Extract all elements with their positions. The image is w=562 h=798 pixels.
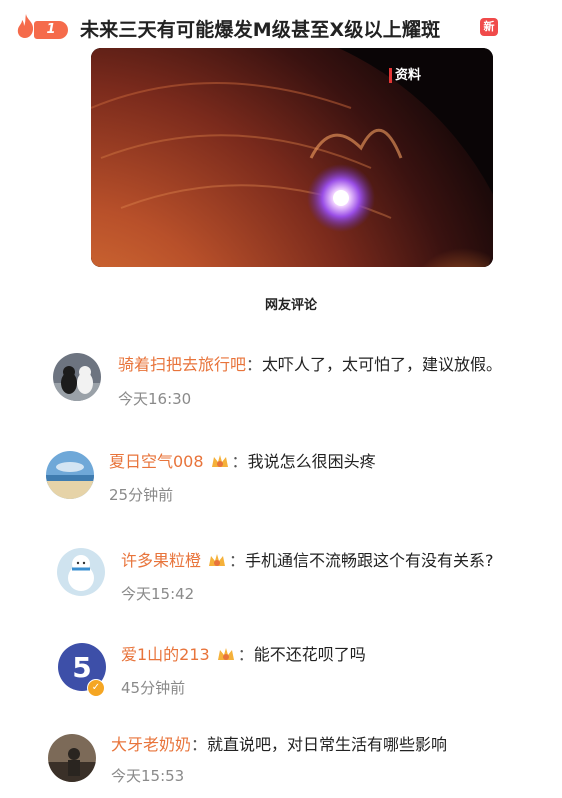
comment-item: 许多果粒橙 ：手机通信不流畅跟这个有没有关系? 今天15:42 xyxy=(0,545,562,605)
avatar[interactable] xyxy=(57,548,105,596)
separator: ： xyxy=(246,355,263,374)
comment-text: 太吓人了，太可怕了，建议放假。 xyxy=(262,355,503,374)
separator: ： xyxy=(231,452,248,471)
comment-username[interactable]: 夏日空气008 xyxy=(109,452,204,471)
comment-text: 就直说吧，对日常生活有哪些影响 xyxy=(207,735,448,754)
comment-time: 今天15:53 xyxy=(111,767,185,785)
comment-username[interactable]: 大牙老奶奶 xyxy=(111,735,191,754)
comment-text: 我说怎么很困头疼 xyxy=(247,452,376,471)
trending-headline[interactable]: 1 未来三天有可能爆发M级甚至X级以上耀斑 新 xyxy=(0,0,562,48)
headline-title[interactable]: 未来三天有可能爆发M级甚至X级以上耀斑 xyxy=(80,15,440,42)
crown-icon xyxy=(209,554,226,566)
comment-time: 今天16:30 xyxy=(118,390,192,408)
comment-username[interactable]: 骑着扫把去旅行吧 xyxy=(118,355,246,374)
comment-username[interactable]: 许多果粒橙 xyxy=(121,551,201,570)
separator: ： xyxy=(229,551,246,570)
crown-icon xyxy=(211,455,228,467)
separator: ： xyxy=(237,645,254,664)
comment-item: 夏日空气008 ：我说怎么很困头疼 25分钟前 xyxy=(0,448,562,508)
comment-item: 5 ✓ 爱1山的213 ：能不还花呗了吗 45分钟前 xyxy=(0,641,562,701)
comment-time: 45分钟前 xyxy=(121,679,186,697)
avatar[interactable] xyxy=(53,353,101,401)
comments-section-title: 网友评论 xyxy=(264,298,317,313)
source-tag: 资料 xyxy=(389,68,421,83)
separator: ： xyxy=(191,735,208,754)
comment-item: 大牙老奶奶：就直说吧，对日常生活有哪些影响 今天15:53 xyxy=(0,732,562,794)
comment-item: 骑着扫把去旅行吧：太吓人了，太可怕了，建议放假。 今天16:30 xyxy=(0,350,562,410)
comment-username[interactable]: 爱1山的213 xyxy=(121,645,210,664)
crown-icon xyxy=(217,648,234,660)
sun-image xyxy=(91,48,493,267)
news-video-thumbnail[interactable]: 资料 xyxy=(91,48,493,267)
comment-text: 能不还花呗了吗 xyxy=(253,645,366,664)
avatar[interactable] xyxy=(48,734,96,782)
comment-time: 25分钟前 xyxy=(109,486,174,504)
comment-text: 手机通信不流畅跟这个有没有关系? xyxy=(245,551,494,570)
svg-text:5: 5 xyxy=(72,651,91,684)
new-badge: 新 xyxy=(480,18,498,36)
verified-badge-icon: ✓ xyxy=(87,679,105,697)
rank-badge: 1 xyxy=(34,21,68,39)
avatar[interactable] xyxy=(46,451,94,499)
comment-time: 今天15:42 xyxy=(121,585,195,603)
